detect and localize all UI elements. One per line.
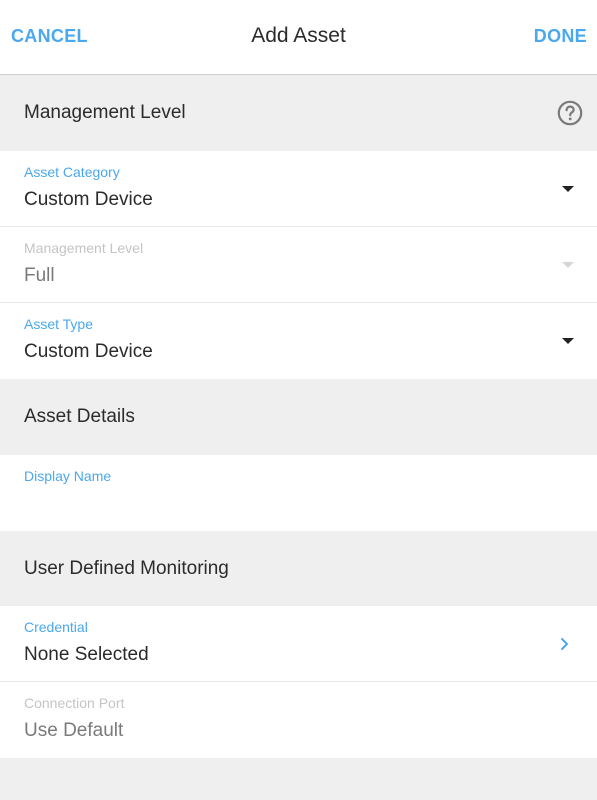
caret-down-icon bbox=[562, 338, 574, 344]
done-button[interactable]: DONE bbox=[534, 26, 587, 47]
page-title: Add Asset bbox=[251, 24, 346, 47]
asset-type-select[interactable]: Asset Type Custom Device bbox=[0, 303, 597, 379]
section-management-level: Management Level bbox=[0, 75, 597, 151]
credential-row[interactable]: Credential None Selected bbox=[0, 606, 597, 682]
caret-down-icon bbox=[562, 186, 574, 192]
section-user-defined-monitoring: User Defined Monitoring bbox=[0, 531, 597, 607]
asset-type-label: Asset Type bbox=[24, 316, 94, 332]
chevron-right-icon bbox=[561, 638, 568, 650]
management-level-value: Full bbox=[24, 265, 55, 286]
asset-category-select[interactable]: Asset Category Custom Device bbox=[0, 151, 597, 227]
help-circle-icon[interactable] bbox=[557, 100, 583, 126]
connection-port-field: Connection Port Use Default bbox=[0, 682, 597, 758]
display-name-label: Display Name bbox=[24, 468, 112, 484]
section-asset-details: Asset Details bbox=[0, 379, 597, 455]
asset-category-label: Asset Category bbox=[24, 164, 120, 180]
asset-type-value: Custom Device bbox=[24, 341, 153, 362]
management-level-label: Management Level bbox=[24, 240, 144, 256]
credential-label: Credential bbox=[24, 619, 88, 635]
credential-value: None Selected bbox=[24, 644, 149, 665]
asset-category-value: Custom Device bbox=[24, 189, 153, 210]
nav-bar: CANCEL Add Asset DONE bbox=[0, 0, 597, 75]
section-title: User Defined Monitoring bbox=[24, 558, 229, 579]
section-title: Asset Details bbox=[24, 406, 135, 427]
display-name-field[interactable]: Display Name bbox=[0, 455, 597, 531]
section-title: Management Level bbox=[24, 102, 186, 123]
connection-port-value: Use Default bbox=[24, 720, 124, 741]
connection-port-label: Connection Port bbox=[24, 695, 125, 711]
management-level-select: Management Level Full bbox=[0, 227, 597, 303]
caret-down-icon bbox=[562, 262, 574, 268]
